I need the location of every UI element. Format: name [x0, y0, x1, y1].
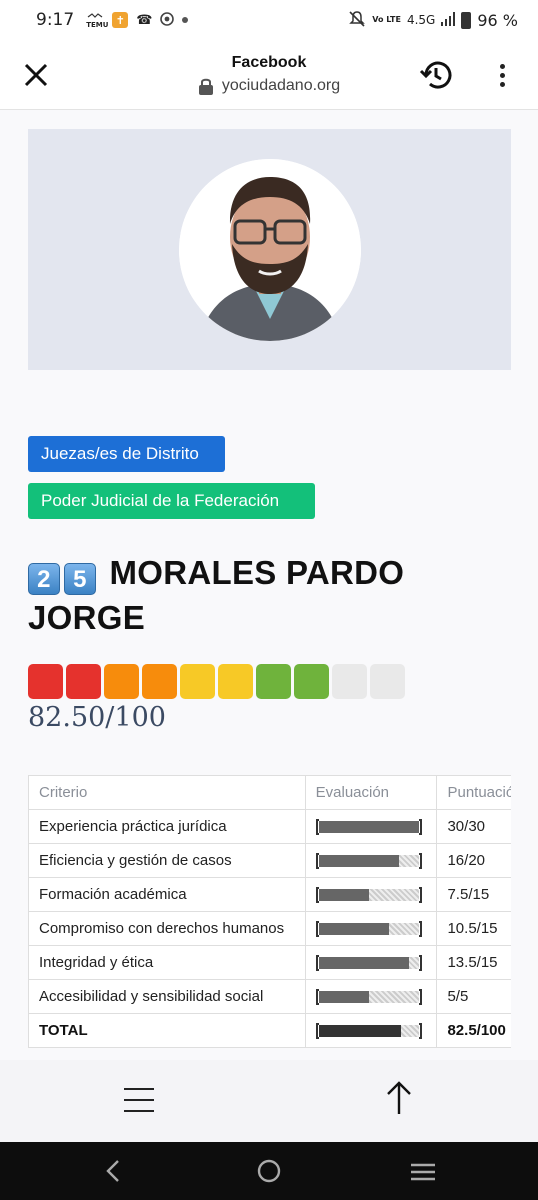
- history-button[interactable]: [418, 57, 454, 93]
- rating-square-red: [66, 664, 101, 699]
- criterio-cell: Experiencia práctica jurídica: [28, 809, 306, 844]
- evaluation-bar: [315, 955, 422, 972]
- rating-square-yellow: [180, 664, 215, 699]
- rating-square-white: [332, 664, 367, 699]
- tag-position[interactable]: Juezas/es de Distrito: [28, 436, 225, 472]
- puntuacion-cell: 82.5/100: [436, 1013, 511, 1048]
- bottom-toolbar: [0, 1060, 538, 1142]
- page-content: Juezas/es de Distrito Poder Judicial de …: [0, 110, 538, 1060]
- home-icon[interactable]: [257, 1159, 281, 1183]
- rating-square-green: [294, 664, 329, 699]
- table-row: Experiencia práctica jurídica 30/30: [28, 809, 511, 844]
- evaluation-bar: [315, 819, 422, 836]
- url-text: yociudadano.org: [221, 77, 341, 94]
- network-label: 4.5G: [406, 13, 436, 27]
- menu-icon: [124, 1088, 154, 1090]
- criterio-cell: Accesibilidad y sensibilidad social: [28, 979, 306, 1014]
- arrow-up-icon: [387, 1081, 411, 1114]
- criterio-cell: TOTAL: [28, 1013, 306, 1048]
- evaluacion-cell: [304, 979, 438, 1014]
- evaluation-bar: [315, 989, 422, 1006]
- column-header-evaluacion: Evaluación: [304, 775, 438, 810]
- keycap-digit: 5: [64, 563, 96, 595]
- column-header-criterio: Criterio: [28, 775, 306, 810]
- rating-square-red: [28, 664, 63, 699]
- url-bar[interactable]: yociudadano.org: [0, 77, 538, 95]
- history-icon: [419, 61, 452, 89]
- app-notification-icon: ✝: [112, 12, 129, 28]
- candidate-photo: [179, 159, 361, 341]
- back-icon[interactable]: [104, 1159, 122, 1183]
- more-notifications-dot: [182, 17, 189, 23]
- volte-icon: Vo LTE: [372, 15, 401, 24]
- rating-squares: [28, 664, 405, 699]
- evaluacion-cell: [304, 877, 438, 912]
- score-value: 82.50/100: [28, 702, 166, 733]
- more-vert-icon: [499, 63, 505, 69]
- criterio-cell: Formación académica: [28, 877, 306, 912]
- status-right: Vo LTE 4.5G 96 %: [348, 10, 518, 31]
- evaluacion-cell: [304, 809, 438, 844]
- photo-panel: [28, 129, 511, 370]
- app-glyph-icon: ☎: [136, 12, 153, 28]
- status-bar: 9:17 TEMU ✝ ☎ Vo LTE 4.5G 96 %: [0, 0, 538, 40]
- table-row: Formación académica 7.5/15: [28, 877, 511, 912]
- table-total-row: TOTAL 82.5/100: [28, 1013, 511, 1048]
- puntuacion-cell: 16/20: [436, 843, 511, 878]
- rating-square-orange: [104, 664, 139, 699]
- evaluation-bar: [315, 1023, 422, 1040]
- temu-notification-icon: TEMU: [86, 12, 109, 29]
- rating-square-orange: [142, 664, 177, 699]
- table-row: Accesibilidad y sensibilidad social 5/5: [28, 979, 511, 1014]
- evaluation-bar: [315, 853, 422, 870]
- evaluation-bar: [315, 887, 422, 904]
- evaluacion-cell: [304, 1013, 438, 1048]
- temu-label: TEMU: [86, 20, 109, 29]
- page-title: Facebook: [231, 54, 307, 71]
- status-time: 9:17: [36, 10, 75, 30]
- status-left: 9:17 TEMU ✝ ☎: [36, 10, 189, 30]
- column-header-puntuacion: Puntuación: [436, 775, 511, 810]
- puntuacion-cell: 5/5: [436, 979, 511, 1014]
- more-options-button[interactable]: [490, 60, 514, 90]
- criterio-cell: Compromiso con derechos humanos: [28, 911, 306, 946]
- browser-toolbar: Facebook yociudadano.org: [0, 40, 538, 110]
- chrome-icon: [160, 11, 175, 30]
- recents-icon[interactable]: [410, 1162, 436, 1182]
- puntuacion-cell: 30/30: [436, 809, 511, 844]
- system-navigation-bar: [0, 1142, 538, 1200]
- puntuacion-cell: 13.5/15: [436, 945, 511, 980]
- mute-icon: [348, 10, 366, 31]
- menu-button[interactable]: [124, 1088, 154, 1112]
- puntuacion-cell: 7.5/15: [436, 877, 511, 912]
- tag-institution[interactable]: Poder Judicial de la Federación: [28, 483, 315, 519]
- battery-percent: 96 %: [477, 10, 518, 30]
- rating-square-white: [370, 664, 405, 699]
- scroll-top-button[interactable]: [385, 1080, 413, 1116]
- rating-square-green: [256, 664, 291, 699]
- lock-icon: [198, 78, 213, 95]
- table-row: Integridad y ética 13.5/15: [28, 945, 511, 980]
- evaluation-table: Criterio Evaluación Puntuación Experienc…: [28, 775, 511, 1048]
- rating-square-yellow: [218, 664, 253, 699]
- puntuacion-cell: 10.5/15: [436, 911, 511, 946]
- table-header-row: Criterio Evaluación Puntuación: [28, 775, 511, 810]
- table-row: Eficiencia y gestión de casos 16/20: [28, 843, 511, 878]
- criterio-cell: Eficiencia y gestión de casos: [28, 843, 306, 878]
- signal-icon: [441, 11, 456, 29]
- evaluacion-cell: [304, 843, 438, 878]
- criterio-cell: Integridad y ética: [28, 945, 306, 980]
- candidate-heading: 25 MORALES PARDO JORGE: [28, 550, 508, 640]
- battery-icon: [461, 11, 472, 29]
- evaluacion-cell: [304, 945, 438, 980]
- evaluacion-cell: [304, 911, 438, 946]
- table-row: Compromiso con derechos humanos 10.5/15: [28, 911, 511, 946]
- evaluation-bar: [315, 921, 422, 938]
- keycap-digit: 2: [28, 563, 60, 595]
